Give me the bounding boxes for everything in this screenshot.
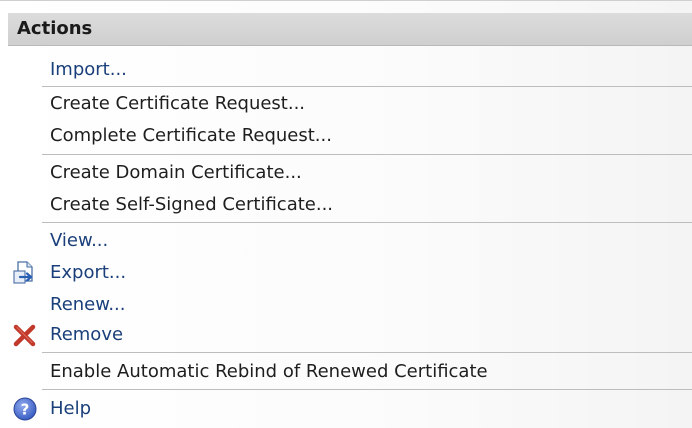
- action-enable-automatic-rebind[interactable]: Enable Automatic Rebind of Renewed Certi…: [8, 358, 692, 388]
- action-remove-label: Remove: [50, 324, 124, 345]
- action-create-certificate-request-label: Create Certificate Request...: [50, 93, 306, 114]
- action-export[interactable]: Export...: [8, 259, 692, 289]
- action-create-self-signed-certificate-label: Create Self-Signed Certificate...: [50, 194, 334, 215]
- action-renew-label: Renew...: [50, 294, 126, 315]
- action-export-label: Export...: [50, 262, 127, 283]
- action-complete-certificate-request-label: Complete Certificate Request...: [50, 125, 332, 146]
- separator-5: [42, 389, 692, 390]
- action-import[interactable]: Import...: [8, 56, 692, 86]
- action-enable-automatic-rebind-label: Enable Automatic Rebind of Renewed Certi…: [50, 361, 488, 382]
- export-icon: [13, 261, 33, 284]
- actions-header: Actions: [8, 13, 692, 46]
- actions-pane: Actions Import... Create Certificate Req…: [0, 0, 692, 428]
- action-create-certificate-request[interactable]: Create Certificate Request...: [8, 90, 692, 120]
- separator-3: [42, 222, 692, 223]
- action-view-label: View...: [50, 230, 109, 251]
- separator-1: [42, 86, 692, 87]
- action-complete-certificate-request[interactable]: Complete Certificate Request...: [8, 122, 692, 152]
- action-help[interactable]: ? Help: [8, 395, 692, 425]
- svg-text:?: ?: [21, 401, 30, 419]
- action-create-self-signed-certificate[interactable]: Create Self-Signed Certificate...: [8, 191, 692, 221]
- separator-4: [42, 352, 692, 353]
- remove-x-icon: [13, 324, 36, 347]
- help-icon: ?: [13, 397, 37, 421]
- actions-header-title: Actions: [17, 18, 93, 39]
- action-create-domain-certificate-label: Create Domain Certificate...: [50, 162, 302, 183]
- action-import-label: Import...: [50, 59, 127, 80]
- action-renew[interactable]: Renew...: [8, 291, 692, 321]
- action-create-domain-certificate[interactable]: Create Domain Certificate...: [8, 159, 692, 189]
- action-view[interactable]: View...: [8, 227, 692, 257]
- action-help-label: Help: [50, 398, 92, 419]
- separator-2: [42, 154, 692, 155]
- action-remove[interactable]: Remove: [8, 321, 692, 351]
